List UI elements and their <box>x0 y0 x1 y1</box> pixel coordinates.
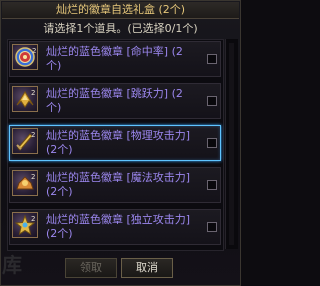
list-item-jump[interactable]: 2 灿烂的蓝色徽章 [跳跃力] (2个) <box>9 83 221 119</box>
svg-text:2: 2 <box>31 173 35 181</box>
item-name: 灿烂的蓝色徽章 [独立攻击力] (2个) <box>46 213 191 240</box>
svg-text:2: 2 <box>31 131 35 139</box>
item-checkbox[interactable] <box>207 54 217 64</box>
scrollbar[interactable] <box>225 39 238 249</box>
svg-text:2: 2 <box>32 47 36 55</box>
gift-box-dialog: 灿烂的徽章自选礼盒 (2个) 请选择1个道具。(已选择0/1个) 2 灿烂的蓝色… <box>0 0 241 286</box>
star-badge-icon: 2 <box>12 212 38 238</box>
item-name: 灿烂的蓝色徽章 [物理攻击力] (2个) <box>46 129 191 156</box>
svg-text:2: 2 <box>31 215 35 223</box>
selection-instruction: 请选择1个道具。(已选择0/1个) <box>43 22 198 35</box>
item-checkbox[interactable] <box>207 222 217 232</box>
background-watermark: 库 <box>2 253 22 277</box>
title-bar[interactable]: 灿烂的徽章自选礼盒 (2个) <box>2 2 239 19</box>
target-badge-icon: 2 <box>12 44 38 70</box>
list-item-magic-attack[interactable]: 2 灿烂的蓝色徽章 [魔法攻击力] (2个) <box>9 167 221 203</box>
item-checkbox[interactable] <box>207 180 217 190</box>
cancel-button[interactable]: 取消 <box>121 258 173 278</box>
confirm-button[interactable]: 领取 <box>65 258 117 278</box>
sword-badge-icon: 2 <box>12 128 38 154</box>
list-item-hit-rate[interactable]: 2 灿烂的蓝色徽章 [命中率] (2个) <box>9 41 221 77</box>
item-name: 灿烂的蓝色徽章 [跳跃力] (2个) <box>46 87 183 114</box>
magic-badge-icon: 2 <box>12 170 38 196</box>
item-checkbox[interactable] <box>207 138 217 148</box>
scroll-track[interactable] <box>229 43 234 245</box>
wing-badge-icon: 2 <box>12 86 38 112</box>
item-name: 灿烂的蓝色徽章 [命中率] (2个) <box>46 45 183 72</box>
list-item-independent-attack[interactable]: 2 灿烂的蓝色徽章 [独立攻击力] (2个) <box>9 209 221 245</box>
item-name: 灿烂的蓝色徽章 [魔法攻击力] (2个) <box>46 171 191 198</box>
dialog-title: 灿烂的徽章自选礼盒 (2个) <box>55 3 186 16</box>
svg-text:2: 2 <box>31 89 35 97</box>
list-item-physical-attack[interactable]: 2 灿烂的蓝色徽章 [物理攻击力] (2个) <box>9 125 221 161</box>
item-checkbox[interactable] <box>207 96 217 106</box>
